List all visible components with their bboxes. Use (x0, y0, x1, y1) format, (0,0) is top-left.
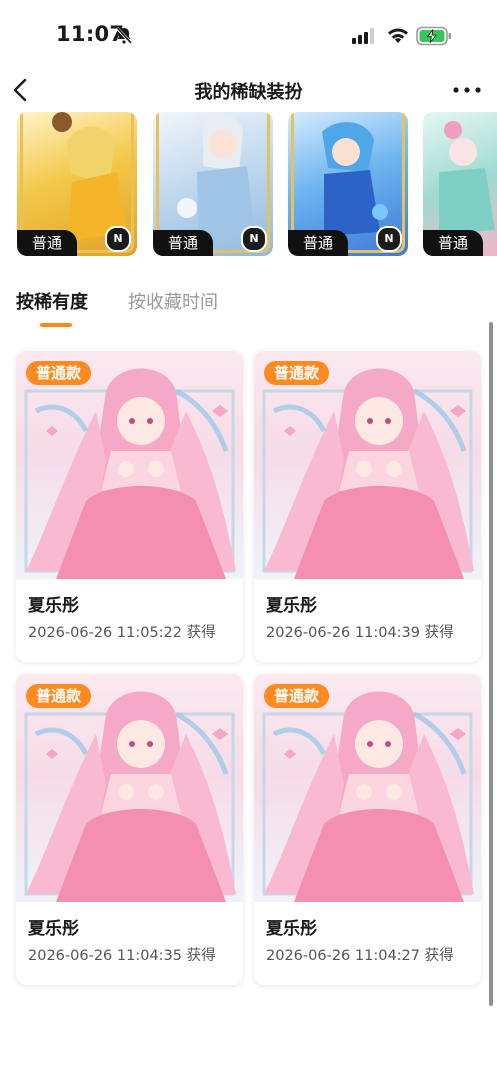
status-time: 11:07 (56, 22, 125, 46)
obtained-time: 2026-06-26 11:04:35 获得 (28, 948, 216, 964)
nav-bar: 我的稀缺装扮 (0, 72, 497, 112)
character-illustration (262, 368, 474, 579)
rarity-n-badge: N (241, 226, 267, 252)
rarity-badge: 普通款 (26, 361, 92, 385)
tab-by-rarity[interactable]: 按稀有度 (16, 288, 88, 314)
cellular-signal-icon (352, 28, 374, 44)
outfit-name: 夏乐彤 (266, 596, 317, 616)
rarity-badge: 普通款 (264, 684, 330, 708)
bell-muted-icon (116, 27, 132, 44)
tab-active-indicator (40, 323, 72, 327)
rarity-badge: 普通款 (264, 361, 330, 385)
character-illustration (262, 691, 474, 902)
wifi-icon (388, 28, 408, 43)
carousel-card[interactable]: 普通 N (153, 112, 273, 256)
obtained-time: 2026-06-26 11:04:39 获得 (266, 625, 454, 641)
more-options-icon[interactable] (452, 84, 482, 96)
scrollbar[interactable] (489, 322, 493, 1006)
obtained-time: 2026-06-26 11:04:27 获得 (266, 948, 454, 964)
sort-tabs: 按稀有度 按收藏时间 (0, 270, 497, 330)
obtained-time: 2026-06-26 11:05:22 获得 (28, 625, 216, 641)
outfit-card[interactable]: 普通款 夏乐彤 2026-06-26 11:04:27 获得 (254, 674, 481, 985)
outfit-artwork: 普通款 (254, 674, 481, 902)
rarity-n-badge: N (376, 226, 402, 252)
rarity-tag: 普通 (423, 230, 483, 256)
outfit-name: 夏乐彤 (28, 596, 79, 616)
character-illustration (24, 691, 236, 902)
carousel-card[interactable]: 普通 N (288, 112, 408, 256)
rarity-badge: 普通款 (26, 684, 92, 708)
carousel-card[interactable]: 普通 (423, 112, 497, 256)
outfit-artwork: 普通款 (16, 351, 243, 579)
outfit-card[interactable]: 普通款 夏乐彤 2026-06-26 11:04:39 获得 (254, 351, 481, 662)
rarity-tag: 普通 (17, 230, 77, 256)
outfit-artwork: 普通款 (16, 674, 243, 902)
character-illustration (24, 368, 236, 579)
tab-by-collect-time[interactable]: 按收藏时间 (128, 288, 218, 314)
outfit-card[interactable]: 普通款 夏乐彤 2026-06-26 11:05:22 获得 (16, 351, 243, 662)
rarity-tag: 普通 (153, 230, 213, 256)
outfit-carousel[interactable]: 普通 N 普通 N 普通 N 普通 (0, 112, 497, 258)
page-title: 我的稀缺装扮 (194, 82, 303, 103)
outfit-name: 夏乐彤 (28, 919, 79, 939)
status-bar: 11:07 (0, 0, 497, 72)
outfit-name: 夏乐彤 (266, 919, 317, 939)
battery-charging-icon (416, 26, 451, 46)
outfit-card[interactable]: 普通款 夏乐彤 2026-06-26 11:04:35 获得 (16, 674, 243, 985)
rarity-tag: 普通 (288, 230, 348, 256)
outfit-artwork: 普通款 (254, 351, 481, 579)
rarity-n-badge: N (105, 226, 131, 252)
carousel-card[interactable]: 普通 N (17, 112, 137, 256)
